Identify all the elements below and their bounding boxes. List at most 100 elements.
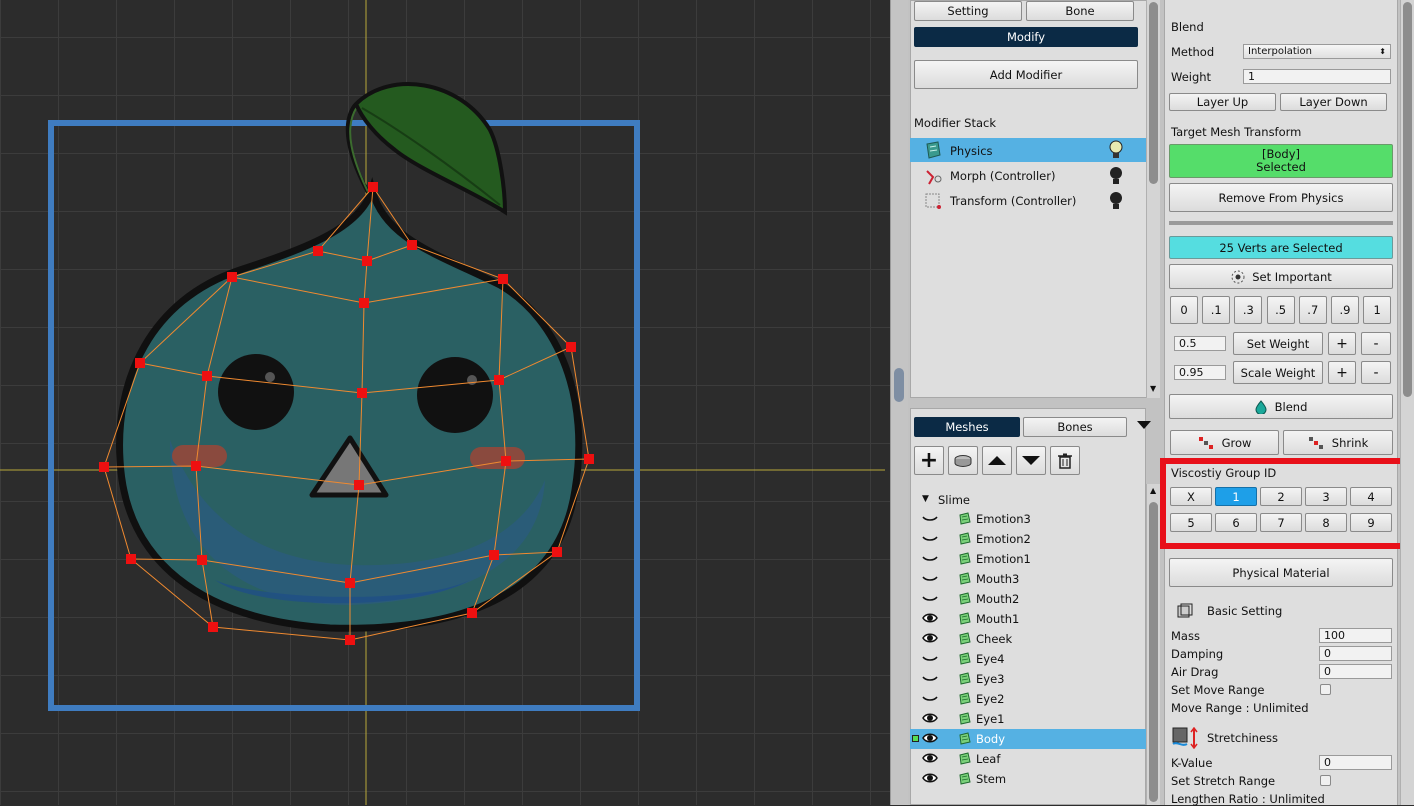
mesh-list-item[interactable]: Leaf [910, 749, 1146, 769]
eye-hidden-icon[interactable] [922, 571, 938, 585]
blend-button[interactable]: Blend [1169, 394, 1393, 419]
modify-mode-button[interactable]: Modify [914, 27, 1138, 47]
viscosity-group-button[interactable]: X [1170, 487, 1212, 506]
scale-weight-minus-button[interactable]: - [1361, 361, 1391, 384]
tab-bone[interactable]: Bone [1026, 1, 1134, 21]
set-weight-minus-button[interactable]: - [1361, 332, 1391, 355]
mesh-list-item[interactable]: Mouth1 [910, 609, 1146, 629]
set-move-range-checkbox[interactable] [1320, 684, 1331, 695]
mesh-list-item[interactable]: Emotion2 [910, 529, 1146, 549]
eye-hidden-icon[interactable] [922, 651, 938, 665]
move-down-button[interactable] [1016, 446, 1046, 475]
set-weight-button[interactable]: Set Weight [1233, 332, 1323, 355]
weight-preset-button[interactable]: .1 [1202, 296, 1231, 324]
viscosity-group-button[interactable]: 6 [1215, 513, 1257, 532]
weight-preset-button[interactable]: .3 [1234, 296, 1263, 324]
viscosity-group-button[interactable]: 1 [1215, 487, 1257, 506]
tab-bones[interactable]: Bones [1023, 417, 1127, 437]
weight-input[interactable]: 1 [1243, 69, 1391, 84]
lightbulb-on-icon[interactable] [1108, 140, 1124, 160]
mesh-list-item[interactable]: Stem [910, 769, 1146, 789]
mesh-list-item[interactable]: Eye2 [910, 689, 1146, 709]
mesh-editor-viewport[interactable] [0, 0, 890, 805]
viewport-splitter[interactable] [890, 0, 908, 805]
viscosity-group-button[interactable]: 2 [1260, 487, 1302, 506]
weight-preset-button[interactable]: 0 [1170, 296, 1198, 324]
delete-button[interactable] [1050, 446, 1080, 475]
viscosity-group-button[interactable]: 5 [1170, 513, 1212, 532]
inspector-scrollbar[interactable] [1400, 0, 1414, 805]
mesh-list-item[interactable]: Emotion3 [910, 509, 1146, 529]
viscosity-group-button[interactable]: 7 [1260, 513, 1302, 532]
modifier-transform[interactable]: Transform (Controller) [910, 189, 1146, 213]
set-important-button[interactable]: Set Important [1169, 264, 1393, 289]
k-value-input[interactable]: 0 [1319, 755, 1392, 770]
add-modifier-button[interactable]: Add Modifier [914, 60, 1138, 89]
add-mesh-button[interactable]: + [914, 446, 944, 475]
scrollbar-thumb[interactable] [1403, 2, 1412, 397]
weight-preset-button[interactable]: .7 [1298, 296, 1327, 324]
scrollbar-thumb[interactable] [1149, 2, 1158, 184]
mesh-scrollbar[interactable]: ▲ [1146, 484, 1160, 805]
lightbulb-off-icon[interactable] [1108, 166, 1124, 186]
eye-visible-icon[interactable] [922, 631, 938, 645]
viscosity-group-button[interactable]: 9 [1350, 513, 1392, 532]
tab-meshes[interactable]: Meshes [914, 417, 1020, 437]
viscosity-group-button[interactable]: 3 [1305, 487, 1347, 506]
air-drag-input[interactable]: 0 [1319, 664, 1392, 679]
eye-visible-icon[interactable] [922, 751, 938, 765]
mesh-list-item[interactable]: Eye4 [910, 649, 1146, 669]
eye-visible-icon[interactable] [922, 771, 938, 785]
set-weight-plus-button[interactable]: + [1328, 332, 1356, 355]
modifier-scrollbar[interactable]: ▼ [1146, 0, 1160, 398]
eye-hidden-icon[interactable] [922, 551, 938, 565]
mesh-list-item[interactable]: Eye3 [910, 669, 1146, 689]
eye-hidden-icon[interactable] [922, 671, 938, 685]
eye-hidden-icon[interactable] [922, 531, 938, 545]
mass-input[interactable]: 100 [1319, 628, 1392, 643]
eye-visible-icon[interactable] [922, 611, 938, 625]
viewport-canvas[interactable] [0, 0, 890, 805]
add-layer-button[interactable] [948, 446, 978, 475]
modifier-physics[interactable]: Physics [910, 138, 1146, 162]
layer-up-button[interactable]: Layer Up [1169, 93, 1276, 111]
splitter-handle[interactable] [894, 368, 904, 402]
eye-visible-icon[interactable] [922, 731, 938, 745]
eye-hidden-icon[interactable] [922, 511, 938, 525]
mesh-list-item[interactable]: Cheek [910, 629, 1146, 649]
dropdown-arrow-icon[interactable] [1137, 421, 1151, 429]
modifier-morph[interactable]: Morph (Controller) [910, 164, 1146, 188]
weight-preset-button[interactable]: 1 [1363, 296, 1392, 324]
mesh-list-item[interactable]: Mouth3 [910, 569, 1146, 589]
move-up-button[interactable] [982, 446, 1012, 475]
mesh-list-item[interactable]: Mouth2 [910, 589, 1146, 609]
eye-hidden-icon[interactable] [922, 591, 938, 605]
eye-hidden-icon[interactable] [922, 691, 938, 705]
viscosity-group-button[interactable]: 4 [1350, 487, 1392, 506]
set-weight-input[interactable]: 0.5 [1174, 336, 1226, 351]
remove-from-physics-button[interactable]: Remove From Physics [1169, 183, 1393, 212]
tab-setting[interactable]: Setting [914, 1, 1022, 21]
lightbulb-off-icon[interactable] [1108, 191, 1124, 211]
eye-visible-icon[interactable] [922, 711, 938, 725]
scroll-down-icon[interactable]: ▼ [1150, 384, 1156, 393]
layer-down-button[interactable]: Layer Down [1280, 93, 1387, 111]
viscosity-group-button[interactable]: 8 [1305, 513, 1347, 532]
scale-weight-plus-button[interactable]: + [1328, 361, 1356, 384]
grow-button[interactable]: Grow [1170, 430, 1279, 455]
mesh-list-item[interactable]: Emotion1 [910, 549, 1146, 569]
mesh-list-item[interactable]: Eye1 [910, 709, 1146, 729]
mesh-list-item[interactable]: Body [910, 729, 1146, 749]
tree-expand-icon[interactable]: ▼ [922, 494, 929, 504]
weight-preset-button[interactable]: .5 [1266, 296, 1295, 324]
scale-weight-button[interactable]: Scale Weight [1233, 361, 1323, 384]
scale-weight-input[interactable]: 0.95 [1174, 365, 1226, 380]
set-stretch-range-checkbox[interactable] [1320, 775, 1331, 786]
scrollbar-thumb[interactable] [1149, 502, 1158, 802]
scroll-up-icon[interactable]: ▲ [1150, 486, 1156, 495]
method-select[interactable]: Interpolation ⬍ [1243, 44, 1391, 59]
damping-input[interactable]: 0 [1319, 646, 1392, 661]
shrink-button[interactable]: Shrink [1283, 430, 1393, 455]
physical-material-button[interactable]: Physical Material [1169, 558, 1393, 587]
target-mesh-button[interactable]: [Body] Selected [1169, 144, 1393, 178]
